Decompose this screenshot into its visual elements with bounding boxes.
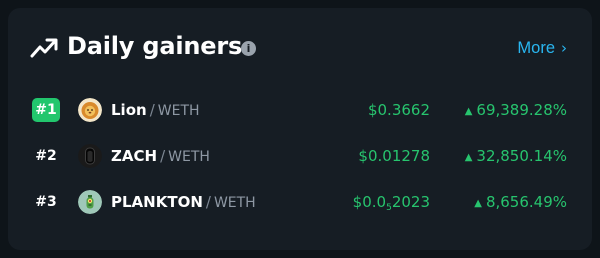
gainer-row-2[interactable]: #2 ZACH / WETH $0.01278 ▲ 32,850.14% [8, 136, 592, 176]
quote-token: WETH [168, 149, 210, 165]
change-value: 32,850.14% [476, 147, 567, 165]
trending-up-icon [30, 38, 58, 58]
token-price: $0.3662 [367, 101, 430, 119]
token-pair: Lion / WETH [111, 99, 200, 122]
change-value: 69,389.28% [476, 101, 567, 119]
card-header: Daily gainers i More › [8, 8, 592, 88]
price-change: ▲ 32,850.14% [465, 145, 567, 169]
card-title: Daily gainers [67, 32, 243, 60]
daily-gainers-card: Daily gainers i More › #1 Lion / WETH $0.36… [8, 8, 592, 250]
token-pair: PLANKTON / WETH [111, 191, 256, 214]
gainer-row-1[interactable]: #1 Lion / WETH $0.3662 ▲ 69,389.28% [8, 90, 592, 130]
token-symbol: ZACH [111, 147, 158, 165]
token-price: $0.01278 [358, 147, 430, 165]
plankton-avatar-icon [78, 190, 102, 214]
quote-token: WETH [213, 195, 256, 211]
price-change: ▲ 69,389.28% [465, 99, 567, 123]
rank-label: #3 [35, 194, 57, 210]
rank-badge: #1 [32, 98, 60, 122]
quote-token: WETH [157, 103, 200, 119]
pair-separator: / [149, 101, 155, 119]
change-value: 8,656.49% [485, 193, 567, 211]
price-change: ▲ 8,656.49% [474, 191, 567, 215]
lion-avatar-icon [78, 98, 102, 122]
chevron-right-icon: › [561, 39, 567, 57]
pair-separator: / [160, 147, 166, 165]
arrow-up-icon: ▲ [464, 152, 473, 163]
rank-label: #2 [35, 148, 57, 164]
gainer-row-3[interactable]: #3 PLANKTON / WETH $0.052023 ▲ 8,656.49% [8, 182, 592, 222]
zach-avatar-icon [78, 144, 102, 168]
more-label: More [517, 39, 555, 57]
token-symbol: Lion [111, 101, 147, 119]
token-pair: ZACH / WETH [111, 145, 210, 168]
arrow-up-icon: ▲ [474, 198, 482, 209]
more-link[interactable]: More › [517, 38, 567, 58]
token-price: $0.052023 [352, 193, 430, 213]
info-icon[interactable]: i [241, 41, 256, 56]
token-symbol: PLANKTON [111, 193, 203, 211]
arrow-up-icon: ▲ [464, 106, 473, 117]
pair-separator: / [205, 193, 211, 211]
